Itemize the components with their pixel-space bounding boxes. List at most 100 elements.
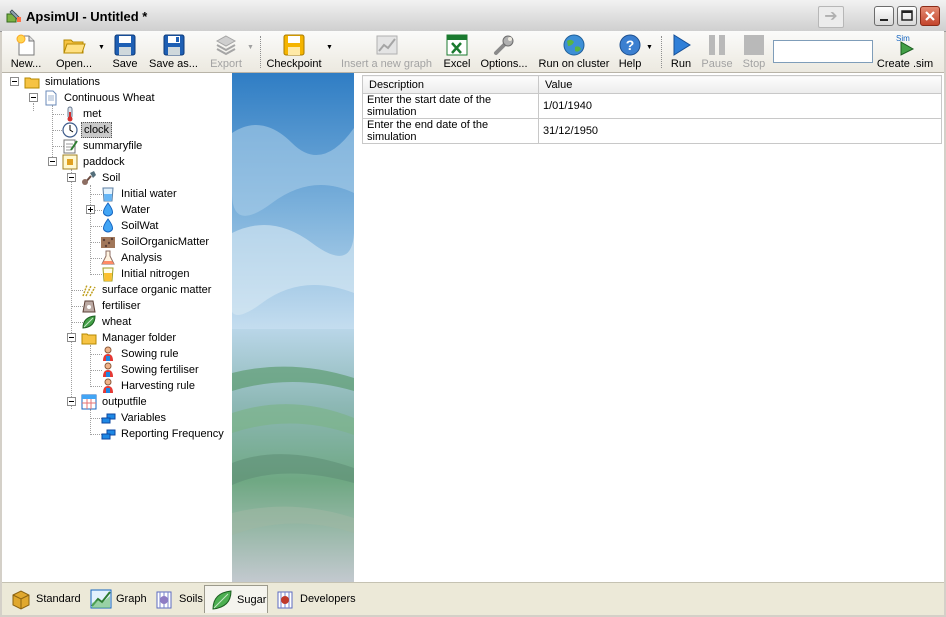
toolbar-text-input[interactable] [773, 40, 873, 63]
help-button[interactable]: ? Help [616, 33, 644, 71]
title-bar: ApsimUI - Untitled * ➔ [0, 0, 946, 32]
grid-cell-value[interactable]: 1/01/1940 [538, 93, 942, 119]
graph-chart-icon [90, 589, 112, 609]
folder-icon [81, 333, 97, 345]
paddock-icon [62, 154, 78, 170]
checkpoint-dropdown-arrow[interactable]: ▼ [326, 44, 333, 51]
create-sim-button[interactable]: Sim Create .sim [875, 33, 935, 71]
tree-node-label: outputfile [102, 396, 147, 408]
tab-label: Developers [300, 593, 356, 605]
tree-node-label: Analysis [121, 252, 162, 264]
thermometer-icon [67, 106, 73, 122]
reporting-frequency-icon [101, 429, 116, 440]
maximize-icon [901, 10, 913, 21]
collapse-toggle[interactable] [29, 93, 38, 102]
sim-badge-text: Sim [896, 34, 910, 43]
export-button[interactable]: Export [207, 33, 245, 71]
expand-toggle[interactable] [86, 205, 95, 214]
collapse-toggle[interactable] [48, 157, 57, 166]
tree-node-label: met [83, 108, 102, 120]
new-button[interactable]: New... [7, 33, 45, 71]
tab-soils[interactable]: Soils [147, 585, 203, 613]
tab-label: Sugar [237, 594, 267, 606]
collapse-toggle[interactable] [67, 333, 76, 342]
collapse-toggle[interactable] [67, 173, 76, 182]
open-button[interactable]: Open... [52, 33, 96, 71]
export-dropdown-arrow[interactable]: ▼ [247, 44, 254, 51]
help-label: Help [618, 58, 642, 70]
run-on-cluster-button[interactable]: Run on cluster [537, 33, 611, 71]
manager-person-icon [103, 378, 113, 393]
help-dropdown-arrow[interactable]: ▼ [646, 44, 653, 51]
tree-connector [71, 169, 72, 409]
arrow-right-icon: ➔ [824, 8, 838, 25]
tree-node-label: Variables [121, 412, 167, 424]
wrench-icon [494, 35, 514, 55]
water-drop-icon [103, 202, 113, 217]
new-label: New... [10, 58, 42, 70]
pause-label: Pause [701, 58, 733, 70]
open-folder-icon [63, 39, 86, 54]
new-file-icon [16, 34, 35, 56]
tree-node-label: SoilOrganicMatter [121, 236, 210, 248]
minimize-button[interactable] [874, 6, 894, 26]
tree-node-label: Manager folder [102, 332, 176, 344]
open-dropdown-arrow[interactable]: ▼ [98, 44, 105, 51]
collapse-toggle[interactable] [10, 77, 19, 86]
tab-sugar[interactable]: Sugar [204, 585, 268, 613]
maximize-button[interactable] [897, 6, 917, 26]
export-label: Export [210, 58, 242, 70]
tree-node-label: surface organic matter [102, 284, 212, 296]
excel-label: Excel [443, 58, 471, 70]
pause-button[interactable]: Pause [700, 33, 734, 71]
tab-graph[interactable]: Graph [84, 585, 147, 613]
tree-node-label: summaryfile [83, 140, 143, 152]
developers-icon [277, 591, 293, 609]
checkpoint-label: Checkpoint [266, 58, 322, 70]
pause-icon [709, 35, 725, 55]
grid-header-description[interactable]: Description [362, 75, 539, 94]
run-on-cluster-label: Run on cluster [538, 58, 610, 70]
water-drop-icon [103, 218, 113, 233]
options-button[interactable]: Options... [478, 33, 530, 71]
tree-connector [90, 345, 91, 385]
stop-label: Stop [742, 58, 766, 70]
tree-node-label: Sowing fertiliser [121, 364, 199, 376]
nitrogen-glass-icon [102, 267, 114, 282]
create-sim-icon: Sim [896, 34, 915, 56]
stop-button[interactable]: Stop [740, 33, 768, 71]
manager-person-icon [103, 346, 113, 361]
forward-arrow-button[interactable]: ➔ [818, 6, 844, 28]
grid-cell-description: Enter the end date of the simulation [362, 118, 539, 144]
tab-developers[interactable]: Developers [268, 585, 358, 613]
save-button[interactable]: Save [110, 33, 140, 71]
insert-graph-button[interactable]: Insert a new graph [339, 33, 434, 71]
run-button[interactable]: Run [668, 33, 694, 71]
toolbar-separator [661, 36, 662, 68]
tree-node-label: Sowing rule [121, 348, 179, 360]
tree-node-label: Initial water [121, 188, 177, 200]
window-title: ApsimUI - Untitled * [26, 9, 148, 24]
save-as-button[interactable]: Save as... [146, 33, 201, 71]
tree-node-label: SoilWat [121, 220, 159, 232]
soils-icon [156, 591, 172, 609]
soil-shovel-icon [82, 171, 96, 185]
options-label: Options... [480, 58, 528, 70]
tree-connector [90, 409, 91, 433]
leaf-icon [82, 315, 96, 329]
checkpoint-button[interactable]: Checkpoint [264, 33, 324, 71]
close-button[interactable] [920, 6, 940, 26]
water-glass-icon [102, 187, 114, 202]
minimize-icon [880, 19, 888, 21]
clock-icon [62, 122, 78, 138]
tree-node-label: wheat [102, 316, 132, 328]
grid-cell-value[interactable]: 31/12/1950 [538, 118, 942, 144]
excel-button[interactable]: Excel [442, 33, 472, 71]
tab-standard[interactable]: Standard [4, 585, 84, 613]
tree-connector [33, 103, 34, 111]
create-sim-label: Create .sim [876, 58, 934, 70]
tree-node-label: paddock [83, 156, 125, 168]
grid-header-value[interactable]: Value [538, 75, 942, 94]
collapse-toggle[interactable] [67, 397, 76, 406]
simulation-tree: simulations Continuous Wheat met clock s… [2, 73, 232, 582]
